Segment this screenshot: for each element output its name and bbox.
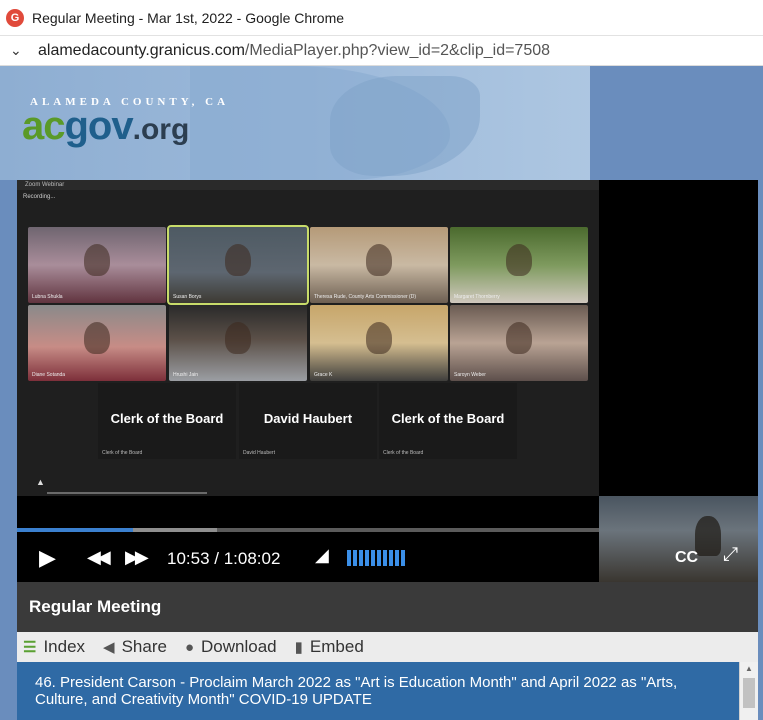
zoom-scrollbar xyxy=(47,492,207,494)
name-tile-label: David Haubert xyxy=(263,411,353,426)
recording-indicator: Recording... xyxy=(23,194,56,200)
name-tile-label: Clerk of the Board xyxy=(110,411,224,426)
mouse-cursor-icon: ▲ xyxy=(36,477,45,487)
time-display: 10:53 / 1:08:02 xyxy=(167,549,281,568)
chevron-down-icon[interactable]: ⌄ xyxy=(10,42,30,59)
banner-bg-block xyxy=(590,66,763,180)
meeting-title: Regular Meeting xyxy=(17,582,758,632)
participant-name: Margaret Thornberry xyxy=(454,294,500,300)
acgov-logo[interactable]: acgov.org xyxy=(22,104,189,149)
banner-map-shape xyxy=(330,76,480,176)
name-tile-caption: David Haubert xyxy=(243,450,275,456)
scroll-up-icon[interactable]: ▲ xyxy=(745,664,753,673)
volume-bar xyxy=(371,550,375,566)
tab-index[interactable]: ☰ Index xyxy=(23,637,85,657)
name-tile-label: Clerk of the Board xyxy=(391,411,505,426)
scroll-thumb[interactable] xyxy=(743,678,755,708)
participant-name: Grace K xyxy=(314,372,333,378)
volume-bar xyxy=(383,550,387,566)
volume-bar xyxy=(401,550,405,566)
volume-bar xyxy=(389,550,393,566)
window-titlebar: G Regular Meeting - Mar 1st, 2022 - Goog… xyxy=(0,0,763,36)
name-tile: Clerk of the Board Clerk of the Board xyxy=(98,383,236,459)
play-icon[interactable]: ▶ xyxy=(39,545,56,571)
tab-index-label: Index xyxy=(43,637,86,656)
participant-name: Diane Sotanda xyxy=(32,372,66,378)
participant-tile: Lubna Shukla xyxy=(28,227,166,303)
zoom-window-title: Zoom Webinar xyxy=(17,180,599,190)
participant-name: Susan Borys xyxy=(173,294,202,300)
name-tile-caption: Clerk of the Board xyxy=(383,450,424,456)
participant-tile: Theresa Rude, County Arts Commissioner (… xyxy=(310,227,448,303)
participant-tile-active: Susan Borys xyxy=(167,225,309,305)
window-title: Regular Meeting - Mar 1st, 2022 - Google… xyxy=(32,9,345,26)
tab-share[interactable]: ◀ Share xyxy=(103,637,167,657)
logo-ac: ac xyxy=(22,104,65,148)
volume-bar xyxy=(365,550,369,566)
side-camera-view xyxy=(599,496,758,582)
url-path: /MediaPlayer.php?view_id=2&clip_id=7508 xyxy=(244,41,551,59)
volume-bar xyxy=(359,550,363,566)
agenda-scrollbar[interactable]: ▲ xyxy=(739,662,758,720)
participant-name: Saroyn Weber xyxy=(454,372,486,378)
name-tile: David Haubert David Haubert xyxy=(239,383,377,459)
volume-bar xyxy=(353,550,357,566)
list-icon: ☰ xyxy=(23,639,37,656)
document-icon: ▮ xyxy=(294,639,303,656)
volume-bar xyxy=(395,550,399,566)
participant-tile: Grace K xyxy=(310,305,448,381)
logo-org: .org xyxy=(132,113,190,146)
tab-embed-label: Embed xyxy=(309,637,364,656)
participant-name: Theresa Rude, County Arts Commissioner (… xyxy=(314,294,416,300)
volume-bar xyxy=(377,550,381,566)
video-player[interactable]: Zoom Webinar Recording... Lubna Shukla S… xyxy=(17,180,758,582)
participant-tile: Margaret Thornberry xyxy=(450,227,588,303)
zoom-webinar-window: Zoom Webinar Recording... Lubna Shukla S… xyxy=(17,180,599,496)
media-tabs: ☰ Index ◀ Share ● Download ▮ Embed xyxy=(17,632,758,662)
fast-forward-icon[interactable]: ▶▶ xyxy=(125,547,149,568)
share-icon: ◀ xyxy=(103,639,115,656)
logo-gov: gov xyxy=(64,104,134,148)
progress-played[interactable] xyxy=(17,528,133,532)
name-tile: Clerk of the Board Clerk of the Board xyxy=(379,383,517,459)
tab-embed[interactable]: ▮ Embed xyxy=(295,637,364,657)
name-tile-caption: Clerk of the Board xyxy=(102,450,143,456)
volume-bar xyxy=(347,550,351,566)
participant-name: Hrushi Jain xyxy=(173,372,199,378)
url-text[interactable]: alamedacounty.granicus.com/MediaPlayer.p… xyxy=(38,42,550,60)
participant-tile: Diane Sotanda xyxy=(28,305,166,381)
chrome-app-icon: G xyxy=(6,8,24,27)
participant-tile: Hrushi Jain xyxy=(169,305,307,381)
participant-name: Lubna Shukla xyxy=(32,294,63,300)
page-content: ALAMEDA COUNTY, CA acgov.org Zoom Webina… xyxy=(0,66,763,720)
participant-tile: Saroyn Weber xyxy=(450,305,588,381)
tab-download[interactable]: ● Download xyxy=(185,637,277,657)
rewind-icon[interactable]: ◀◀ xyxy=(87,547,111,568)
tab-share-label: Share xyxy=(121,637,167,656)
url-host: alamedacounty.granicus.com xyxy=(38,41,245,59)
site-banner: ALAMEDA COUNTY, CA acgov.org xyxy=(0,66,763,180)
closed-caption-button[interactable]: CC xyxy=(675,549,698,567)
tab-download-label: Download xyxy=(201,637,277,656)
volume-slider[interactable] xyxy=(347,550,405,566)
address-bar[interactable]: ⌄ alamedacounty.granicus.com/MediaPlayer… xyxy=(0,36,763,66)
fullscreen-icon[interactable]: ⤢ xyxy=(723,544,738,566)
download-icon: ● xyxy=(184,638,195,656)
agenda-item[interactable]: 46. President Carson - Proclaim March 20… xyxy=(17,662,739,720)
volume-icon[interactable]: ◢ xyxy=(315,545,329,566)
